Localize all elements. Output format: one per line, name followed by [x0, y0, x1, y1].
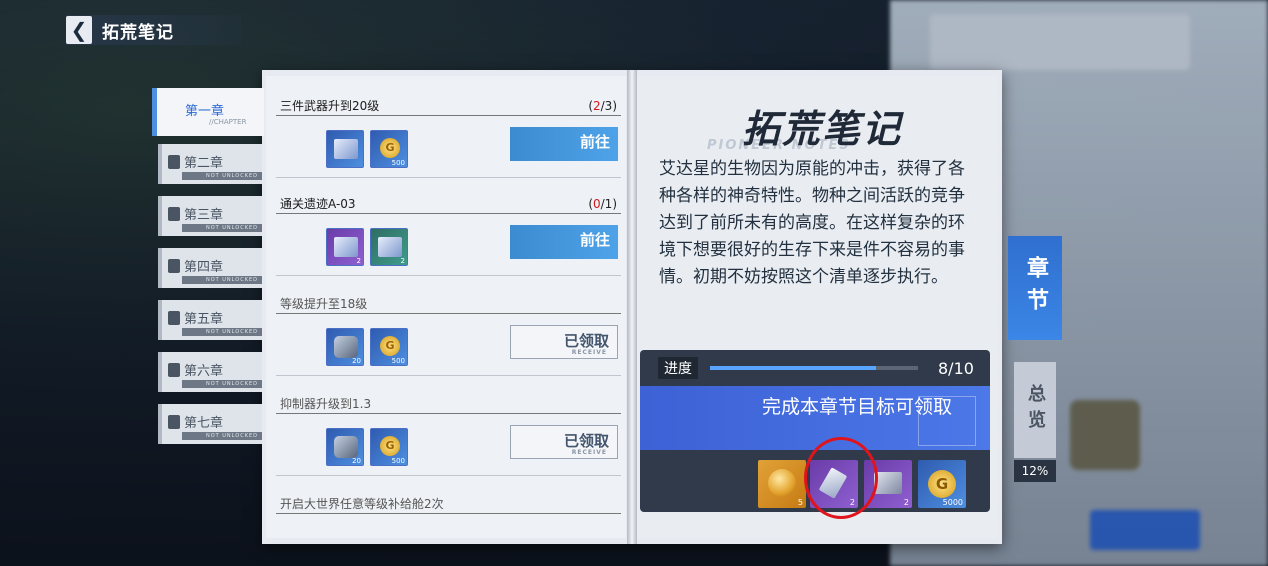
- chevron-left-icon: ❮: [70, 18, 88, 42]
- notes-title: 拓荒笔记: [742, 107, 903, 151]
- lock-icon: [168, 207, 180, 221]
- go-button[interactable]: 前往: [510, 225, 618, 259]
- task-list-page: 三件武器升到20级 (2/3) G 500 前往 通关遗迹A-03 (0/1) 2…: [266, 76, 626, 538]
- task-count: (2/3): [588, 99, 617, 113]
- lock-icon: [168, 311, 180, 325]
- progress-fill: [710, 366, 877, 370]
- task-item: 通关遗迹A-03 (0/1) 2 2 前往: [276, 194, 621, 276]
- task-title: 等级提升至18级: [280, 297, 368, 311]
- task-item: 等级提升至18级 20 G 500 已领取 RECEIVE: [276, 294, 621, 376]
- book-spine: [627, 70, 637, 544]
- tab-chapter-1[interactable]: 第一章 //CHAPTER: [152, 88, 264, 136]
- lock-icon: [168, 363, 180, 377]
- tab-chapter[interactable]: 章节: [1008, 236, 1062, 340]
- lock-icon: [168, 259, 180, 273]
- tab-chapter-3[interactable]: 第三章 NOT UNLOCKED: [158, 196, 262, 236]
- task-item: 抑制器升级到1.3 20 G 500 已领取 RECEIVE: [276, 394, 621, 476]
- task-title: 通关遗迹A-03: [280, 197, 356, 211]
- overview-percent: 12%: [1014, 460, 1056, 482]
- progress-label: 进度: [658, 357, 698, 379]
- tab-chapter-7[interactable]: 第七章 NOT UNLOCKED: [158, 404, 262, 444]
- back-button[interactable]: ❮: [66, 16, 92, 44]
- task-item: 开启大世界任意等级补给舱2次: [276, 494, 621, 514]
- received-button: 已领取 RECEIVE: [510, 325, 618, 359]
- tab-chapter-5[interactable]: 第五章 NOT UNLOCKED: [158, 300, 262, 340]
- purple-crate-icon[interactable]: 2: [326, 228, 364, 266]
- green-crate-icon[interactable]: 2: [370, 228, 408, 266]
- go-button[interactable]: 前往: [510, 127, 618, 161]
- progress-bar: [710, 366, 918, 370]
- gold-coin-icon[interactable]: G 5000: [918, 460, 966, 508]
- task-title: 开启大世界任意等级补给舱2次: [280, 497, 444, 511]
- gold-coin-icon[interactable]: G 500: [370, 328, 408, 366]
- progress-value: 8/10: [938, 358, 974, 378]
- task-title: 抑制器升级到1.3: [280, 397, 372, 411]
- gold-coin-icon[interactable]: G 500: [370, 130, 408, 168]
- received-button: 已领取 RECEIVE: [510, 425, 618, 459]
- gold-coin-icon[interactable]: G 500: [370, 428, 408, 466]
- highlight-circle: [804, 437, 878, 519]
- task-title: 三件武器升到20级: [280, 99, 380, 113]
- tab-chapter-4[interactable]: 第四章 NOT UNLOCKED: [158, 248, 262, 288]
- tab-chapter-2[interactable]: 第二章 NOT UNLOCKED: [158, 144, 262, 184]
- tab-chapter-6[interactable]: 第六章 NOT UNLOCKED: [158, 352, 262, 392]
- task-count: (0/1): [588, 197, 617, 211]
- task-item: 三件武器升到20级 (2/3) G 500 前往: [276, 96, 621, 178]
- gear-icon[interactable]: 20: [326, 428, 364, 466]
- box-icon[interactable]: [326, 130, 364, 168]
- claim-banner[interactable]: 完成本章节目标可领取: [640, 386, 990, 450]
- lock-icon: [168, 415, 180, 429]
- page-title: 拓荒笔记: [102, 22, 174, 43]
- top-bar: ❮ 拓荒笔记: [66, 15, 241, 45]
- gold-orb-icon[interactable]: 5: [758, 460, 806, 508]
- gear-icon[interactable]: 20: [326, 328, 364, 366]
- lock-icon: [168, 155, 180, 169]
- tab-overview[interactable]: 总览: [1014, 362, 1056, 458]
- notes-description: 艾达星的生物因为原能的冲击，获得了各种各样的神奇特性。物种之间活跃的竞争达到了前…: [659, 159, 965, 287]
